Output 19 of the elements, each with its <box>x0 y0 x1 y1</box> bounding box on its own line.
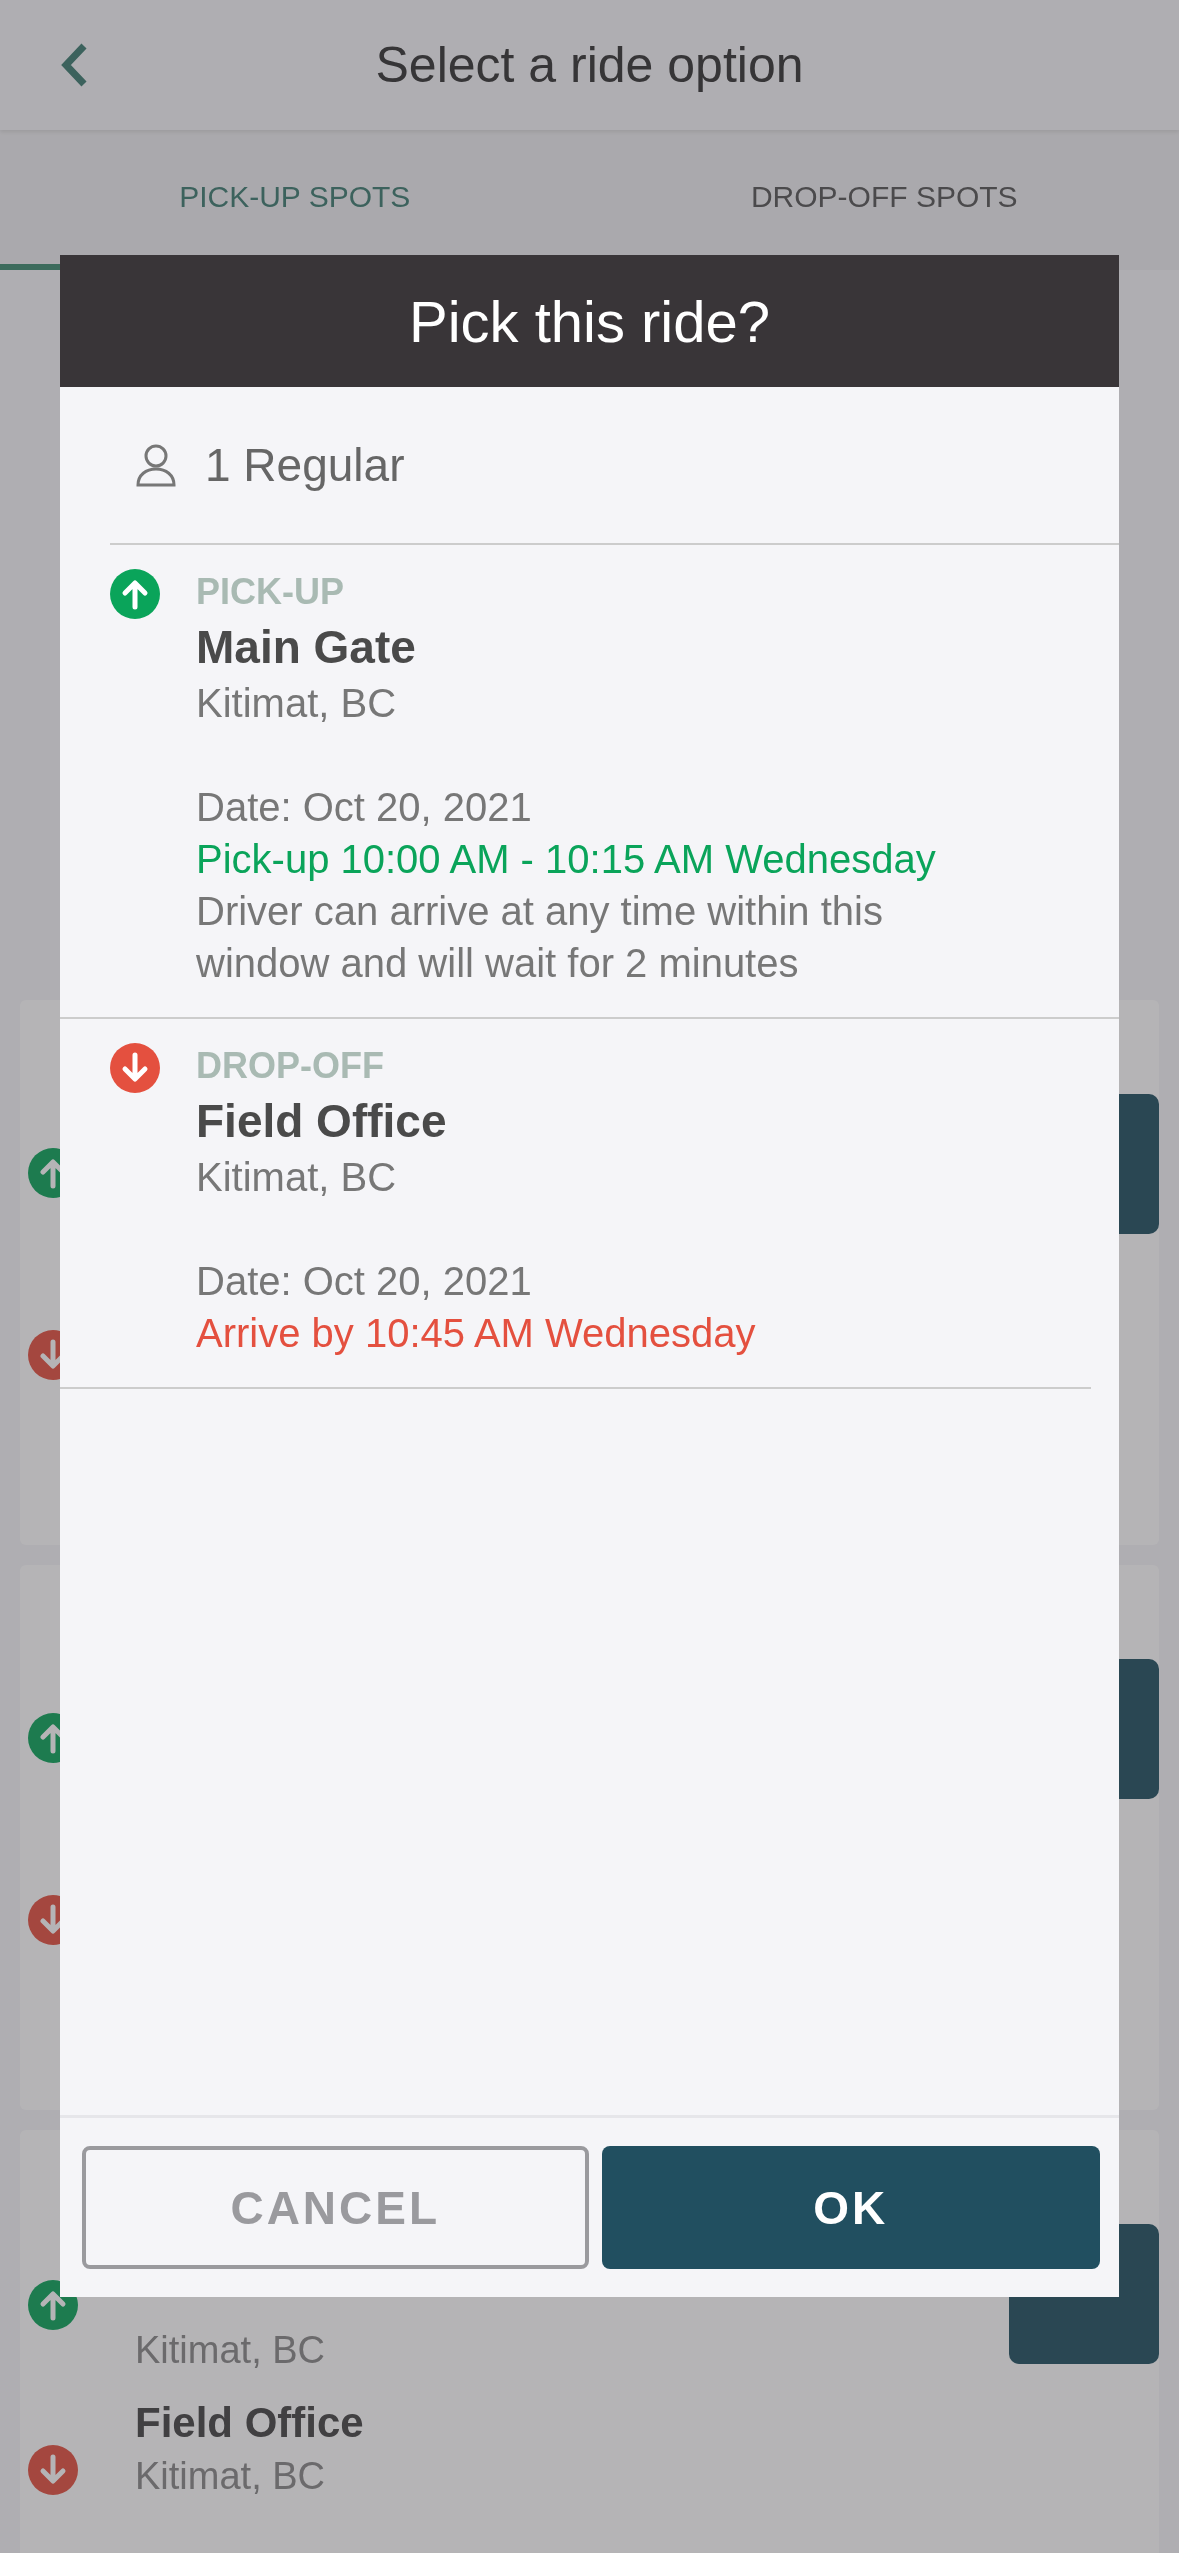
ok-button[interactable]: OK <box>601 2146 1100 2269</box>
stop-note: Driver can arrive at any time within this window and will wait for 2 minutes <box>196 888 884 987</box>
stop-date: Date: Oct 20, 2021 <box>196 784 533 831</box>
stop-name: Main Gate <box>196 620 417 675</box>
stop-type-label: PICK-UP <box>196 570 345 614</box>
cancel-button[interactable]: CANCEL <box>82 2146 589 2269</box>
stop-city: Kitimat, BC <box>196 1154 398 1201</box>
stop-city: Kitimat, BC <box>196 680 398 727</box>
stop-time: Arrive by 10:45 AM Wednesday <box>196 1310 757 1357</box>
stop-name: Field Office <box>196 1094 448 1149</box>
stop-city: Kitimat, BC <box>135 2328 327 2373</box>
dialog-title: Pick this ride? <box>60 255 1119 387</box>
stop-type-label: DROP-OFF <box>196 1044 385 1088</box>
stop-time: Pick-up 10:00 AM - 10:15 AM Wednesday <box>196 836 937 883</box>
stop-date: Date: Oct 20, 2021 <box>196 1258 533 1305</box>
stop-name: Field Office <box>135 2398 365 2448</box>
passenger-count: 1 Regular <box>205 438 405 492</box>
screen-title: Select a ride option <box>374 36 805 94</box>
stop-city: Kitimat, BC <box>135 2454 327 2499</box>
